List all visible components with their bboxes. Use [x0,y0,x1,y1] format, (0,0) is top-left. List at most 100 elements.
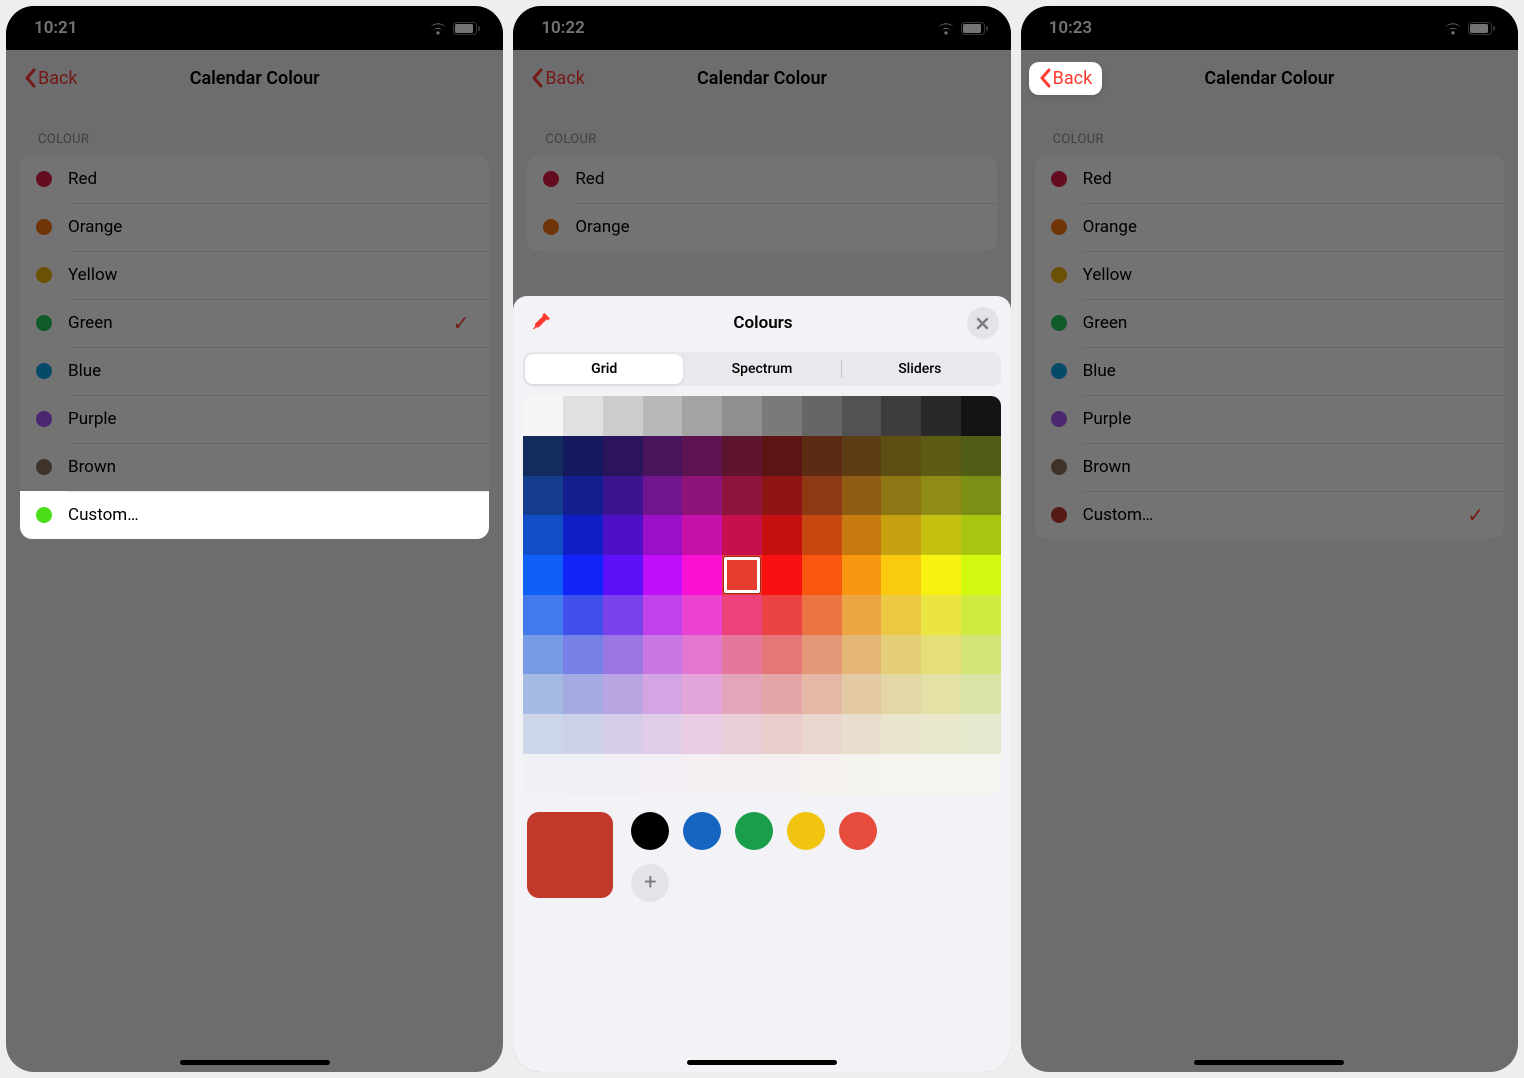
grid-cell[interactable] [842,754,882,794]
recent-colour[interactable] [839,812,877,850]
grid-cell[interactable] [961,674,1001,714]
colour-row-purple[interactable]: Purple [20,395,489,443]
grid-cell[interactable] [603,436,643,476]
grid-cell[interactable] [842,555,882,595]
grid-cell[interactable] [682,555,722,595]
grid-cell[interactable] [961,396,1001,436]
grid-cell[interactable] [842,436,882,476]
colour-row-yellow[interactable]: Yellow [20,251,489,299]
grid-cell[interactable] [643,595,683,635]
back-button[interactable]: Back [1029,62,1103,95]
grid-cell[interactable] [643,635,683,675]
grid-cell[interactable] [603,635,643,675]
grid-cell[interactable] [643,555,683,595]
grid-cell[interactable] [722,754,762,794]
grid-cell[interactable] [523,714,563,754]
grid-cell[interactable] [802,555,842,595]
grid-cell[interactable] [961,714,1001,754]
colour-row-yellow[interactable]: Yellow [1035,251,1504,299]
grid-cell[interactable] [563,436,603,476]
colour-row-red[interactable]: Red [20,155,489,203]
grid-cell[interactable] [722,436,762,476]
grid-cell[interactable] [523,635,563,675]
grid-cell[interactable] [603,476,643,516]
grid-cell[interactable] [682,635,722,675]
recent-colour[interactable] [735,812,773,850]
grid-cell[interactable] [563,754,603,794]
picker-mode-segmented[interactable]: GridSpectrumSliders [523,352,1000,386]
grid-cell[interactable] [722,595,762,635]
grid-cell[interactable] [722,635,762,675]
grid-cell[interactable] [802,674,842,714]
grid-cell[interactable] [881,595,921,635]
tab-sliders[interactable]: Sliders [841,354,999,384]
grid-cell[interactable] [762,714,802,754]
grid-cell[interactable] [881,714,921,754]
grid-cell[interactable] [961,595,1001,635]
grid-cell[interactable] [762,595,802,635]
grid-cell[interactable] [643,754,683,794]
grid-cell[interactable] [523,674,563,714]
tab-spectrum[interactable]: Spectrum [683,354,841,384]
grid-cell[interactable] [603,674,643,714]
grid-cell[interactable] [722,714,762,754]
recent-colour[interactable] [683,812,721,850]
grid-cell[interactable] [523,476,563,516]
recent-colour[interactable] [787,812,825,850]
grid-cell[interactable] [523,595,563,635]
grid-cell[interactable] [961,476,1001,516]
tab-grid[interactable]: Grid [525,354,683,384]
grid-cell[interactable] [881,436,921,476]
grid-cell[interactable] [762,436,802,476]
grid-cell[interactable] [842,714,882,754]
grid-cell[interactable] [563,714,603,754]
grid-cell[interactable] [842,635,882,675]
grid-cell[interactable] [881,635,921,675]
grid-cell[interactable] [722,396,762,436]
grid-cell[interactable] [722,476,762,516]
grid-cell[interactable] [762,396,802,436]
grid-cell[interactable] [523,436,563,476]
grid-cell[interactable] [802,396,842,436]
grid-cell[interactable] [563,396,603,436]
grid-cell[interactable] [921,515,961,555]
grid-cell[interactable] [682,754,722,794]
grid-cell[interactable] [603,515,643,555]
grid-cell[interactable] [921,595,961,635]
grid-cell[interactable] [881,555,921,595]
grid-cell[interactable] [842,674,882,714]
grid-cell[interactable] [762,635,802,675]
grid-cell[interactable] [961,515,1001,555]
grid-cell[interactable] [722,674,762,714]
colour-row-green[interactable]: Green✓ [20,299,489,347]
grid-cell[interactable] [921,674,961,714]
grid-cell[interactable] [921,555,961,595]
grid-cell[interactable] [563,555,603,595]
grid-cell[interactable] [603,555,643,595]
grid-cell[interactable] [961,555,1001,595]
grid-cell[interactable] [802,595,842,635]
grid-cell[interactable] [802,436,842,476]
grid-cell[interactable] [802,754,842,794]
grid-cell[interactable] [722,515,762,555]
grid-cell[interactable] [563,515,603,555]
grid-cell[interactable] [523,515,563,555]
close-button[interactable] [967,307,999,339]
grid-cell[interactable] [682,515,722,555]
colour-row-green[interactable]: Green [1035,299,1504,347]
colour-row-orange[interactable]: Orange [527,203,996,251]
grid-cell[interactable] [563,635,603,675]
grid-cell[interactable] [802,635,842,675]
grid-cell[interactable] [603,714,643,754]
colour-row-custom[interactable]: Custom… [20,491,489,539]
grid-cell[interactable] [682,714,722,754]
grid-cell[interactable] [603,754,643,794]
grid-cell[interactable] [802,515,842,555]
grid-cell[interactable] [722,555,762,595]
grid-cell[interactable] [802,476,842,516]
grid-cell[interactable] [643,476,683,516]
grid-cell[interactable] [523,754,563,794]
grid-cell[interactable] [961,754,1001,794]
add-colour-button[interactable]: + [631,864,669,902]
grid-cell[interactable] [881,476,921,516]
